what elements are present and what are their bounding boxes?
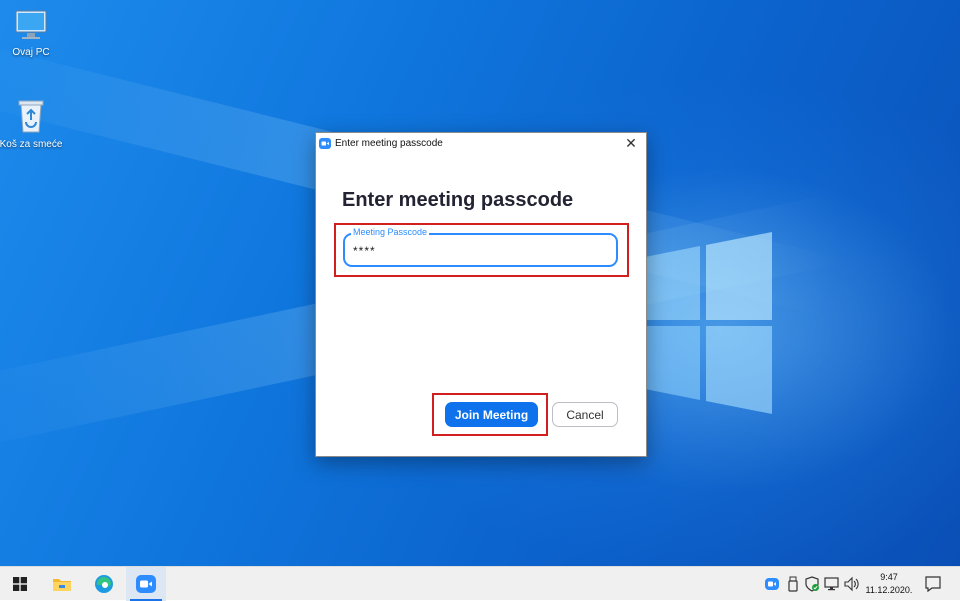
desktop-icon-label: Koš za smeće (0, 139, 63, 150)
passcode-input[interactable] (353, 243, 603, 259)
windows-logo-wallpaper (640, 232, 772, 414)
close-icon[interactable]: ✕ (616, 133, 646, 154)
computer-icon (15, 10, 47, 39)
dialog-heading: Enter meeting passcode (342, 189, 574, 211)
clock-date: 11.12.2020. (865, 585, 913, 595)
passcode-field[interactable]: Meeting Passcode (343, 227, 618, 267)
windows-start-icon (13, 577, 27, 591)
join-meeting-button[interactable]: Join Meeting (445, 402, 538, 427)
volume-icon[interactable] (843, 576, 859, 592)
taskbar-clock[interactable]: 9:47 11.12.2020. (858, 571, 920, 597)
zoom-tray-icon[interactable] (764, 576, 780, 592)
taskbar: 9:47 11.12.2020. (0, 566, 960, 601)
passcode-field-label: Meeting Passcode (351, 227, 430, 237)
desktop-icon-recycle-bin[interactable]: Koš za smeće (0, 96, 66, 150)
desktop-icon-label: Ovaj PC (12, 47, 50, 58)
dialog-window-title: Enter meeting passcode (335, 138, 443, 149)
dialog-titlebar[interactable]: Enter meeting passcode ✕ (316, 133, 646, 154)
zoom-app-icon (319, 138, 331, 149)
start-button[interactable] (0, 567, 40, 601)
taskbar-edge[interactable] (84, 567, 124, 601)
usb-icon[interactable] (785, 576, 801, 592)
zoom-icon (136, 575, 156, 593)
recycle-bin-icon (18, 100, 44, 133)
clock-time: 9:47 (880, 572, 898, 582)
desktop-icon-this-pc[interactable]: Ovaj PC (0, 8, 66, 58)
passcode-dialog: Enter meeting passcode ✕ Enter meeting p… (315, 132, 647, 457)
network-icon[interactable] (824, 576, 840, 592)
cancel-button[interactable]: Cancel (552, 402, 618, 427)
notification-center-icon[interactable] (924, 575, 942, 593)
taskbar-zoom[interactable] (126, 567, 166, 601)
security-icon[interactable] (804, 576, 820, 592)
file-explorer-icon (53, 579, 71, 591)
taskbar-file-explorer[interactable] (42, 567, 82, 601)
edge-icon (95, 575, 113, 593)
